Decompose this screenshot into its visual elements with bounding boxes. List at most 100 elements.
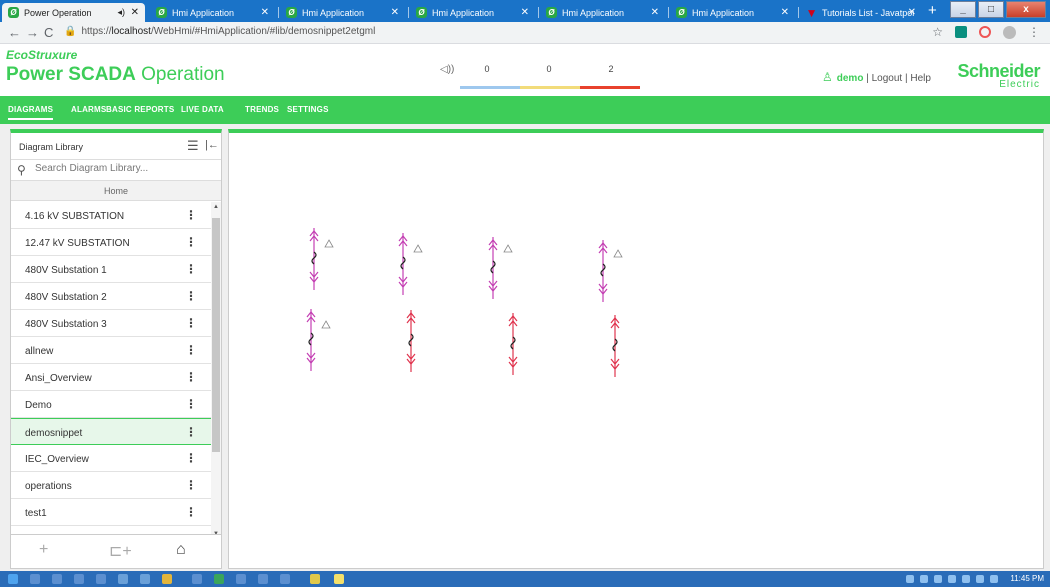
browser-tab[interactable]: Ø Hmi Application ✕ xyxy=(150,3,275,22)
list-item[interactable]: Ansi_Overview ⋮ xyxy=(11,364,211,391)
taskbar-clock[interactable]: 11:45 PM xyxy=(1010,574,1044,583)
add-diagram-icon[interactable]: + xyxy=(39,541,48,559)
breaker-symbol[interactable] xyxy=(488,236,513,300)
extension-icon[interactable] xyxy=(979,26,991,38)
list-item[interactable]: 480V Substation 1 ⋮ xyxy=(11,256,211,283)
start-icon[interactable] xyxy=(8,574,18,584)
logout-link[interactable]: Logout xyxy=(872,73,903,84)
taskbar-app-icon[interactable] xyxy=(334,574,344,584)
close-tab-icon[interactable]: ✕ xyxy=(521,7,529,18)
more-options-icon[interactable]: ⋮ xyxy=(185,289,197,303)
list-item[interactable]: 480V Substation 2 ⋮ xyxy=(11,283,211,310)
nav-live-data[interactable]: LIVE DATA xyxy=(181,105,224,114)
more-options-icon[interactable]: ⋮ xyxy=(185,370,197,384)
list-item[interactable]: 4.16 kV SUBSTATION ⋮ xyxy=(11,202,211,229)
breaker-symbol[interactable] xyxy=(406,309,416,373)
breaker-symbol[interactable] xyxy=(598,239,623,303)
more-options-icon[interactable]: ⋮ xyxy=(185,425,197,439)
nav-alarms[interactable]: ALARMS xyxy=(71,105,106,114)
alarm-count[interactable]: 2 xyxy=(586,64,636,74)
taskbar-app-icon[interactable] xyxy=(192,574,202,584)
close-tab-icon[interactable]: ✕ xyxy=(131,7,139,18)
diagram-canvas[interactable] xyxy=(228,129,1044,569)
home-icon[interactable]: ⌂ xyxy=(176,541,186,559)
more-options-icon[interactable]: ⋮ xyxy=(185,343,197,357)
forward-arrow-icon[interactable]: → xyxy=(26,25,39,40)
list-item[interactable]: operations ⋮ xyxy=(11,472,211,499)
help-link[interactable]: Help xyxy=(910,73,931,84)
taskbar-app-icon[interactable] xyxy=(96,574,106,584)
taskbar-app-icon[interactable] xyxy=(214,574,224,584)
browser-tab[interactable]: Ø Power Operation ◂) ✕ xyxy=(2,3,145,22)
scrollbar-thumb[interactable] xyxy=(212,218,220,452)
alarm-count[interactable]: 0 xyxy=(462,64,512,74)
tray-icon[interactable] xyxy=(948,575,956,583)
tray-icon[interactable] xyxy=(920,575,928,583)
list-item[interactable]: 480V Substation 3 ⋮ xyxy=(11,310,211,337)
list-item[interactable]: 12.47 kV SUBSTATION ⋮ xyxy=(11,229,211,256)
scroll-up-icon[interactable]: ▲ xyxy=(213,204,219,210)
taskbar-app-icon[interactable] xyxy=(280,574,290,584)
breaker-symbol[interactable] xyxy=(309,227,334,291)
list-item[interactable]: IEC_Overview ⋮ xyxy=(11,445,211,472)
close-tab-icon[interactable]: ✕ xyxy=(651,7,659,18)
tray-icon[interactable] xyxy=(990,575,998,583)
close-tab-icon[interactable]: ✕ xyxy=(908,7,916,18)
breaker-symbol[interactable] xyxy=(306,308,331,372)
alarm-count[interactable]: 0 xyxy=(524,64,574,74)
breaker-symbol[interactable] xyxy=(610,314,620,378)
back-arrow-icon[interactable]: ← xyxy=(8,25,21,40)
search-input[interactable] xyxy=(35,163,215,174)
tray-icon[interactable] xyxy=(906,575,914,583)
close-tab-icon[interactable]: ✕ xyxy=(781,7,789,18)
hamburger-menu-icon[interactable]: ☰ xyxy=(187,138,199,154)
browser-menu-icon[interactable]: ⋮ xyxy=(1028,25,1040,39)
taskbar-app-icon[interactable] xyxy=(236,574,246,584)
reload-icon[interactable]: C xyxy=(44,25,53,40)
collapse-panel-icon[interactable]: |← xyxy=(205,139,219,151)
close-tab-icon[interactable]: ✕ xyxy=(391,7,399,18)
breaker-symbol[interactable] xyxy=(508,312,518,376)
username-link[interactable]: demo xyxy=(837,73,864,84)
nav-trends[interactable]: TRENDS xyxy=(245,105,279,114)
taskbar-app-icon[interactable] xyxy=(140,574,150,584)
browser-tab[interactable]: Ø Hmi Application ✕ xyxy=(670,3,795,22)
taskbar-app-icon[interactable] xyxy=(52,574,62,584)
taskbar-app-icon[interactable] xyxy=(74,574,84,584)
more-options-icon[interactable]: ⋮ xyxy=(185,478,197,492)
library-home-breadcrumb[interactable]: Home xyxy=(11,181,221,201)
url-field[interactable]: 🔒 https://localhost/WebHmi/#HmiApplicatio… xyxy=(64,26,375,37)
alarm-summary[interactable]: ◁)) 0 0 2 xyxy=(440,60,640,89)
list-item[interactable]: test1 ⋮ xyxy=(11,499,211,526)
more-options-icon[interactable]: ⋮ xyxy=(185,397,197,411)
nav-diagrams[interactable]: DIAGRAMS xyxy=(8,105,54,120)
library-scrollbar[interactable]: ▲ ▼ xyxy=(211,202,221,539)
taskbar-app-icon[interactable] xyxy=(310,574,320,584)
list-item[interactable]: allnew ⋮ xyxy=(11,337,211,364)
minimize-button[interactable]: _ xyxy=(950,1,976,18)
tray-icon[interactable] xyxy=(976,575,984,583)
more-options-icon[interactable]: ⋮ xyxy=(185,505,197,519)
more-options-icon[interactable]: ⋮ xyxy=(185,262,197,276)
taskbar-app-icon[interactable] xyxy=(30,574,40,584)
close-window-button[interactable]: x xyxy=(1006,1,1046,18)
more-options-icon[interactable]: ⋮ xyxy=(185,451,197,465)
browser-tab[interactable]: Ø Hmi Application ✕ xyxy=(410,3,535,22)
new-tab-button[interactable]: + xyxy=(928,2,937,19)
browser-tab[interactable]: ▼ Tutorials List - Javatpoi ✕ xyxy=(800,3,922,22)
tray-icon[interactable] xyxy=(962,575,970,583)
breaker-symbol[interactable] xyxy=(398,232,423,296)
extension-icon[interactable] xyxy=(955,26,967,38)
profile-avatar-icon[interactable] xyxy=(1003,25,1016,39)
nav-settings[interactable]: SETTINGS xyxy=(287,105,329,114)
list-item-selected[interactable]: demosnippet ⋮ xyxy=(11,418,211,445)
nav-basic-reports[interactable]: BASIC REPORTS xyxy=(106,105,174,114)
close-tab-icon[interactable]: ✕ xyxy=(261,7,269,18)
taskbar-app-icon[interactable] xyxy=(258,574,268,584)
taskbar-app-icon[interactable] xyxy=(118,574,128,584)
list-item[interactable]: Demo ⋮ xyxy=(11,391,211,418)
maximize-button[interactable]: □ xyxy=(978,1,1004,18)
tray-icon[interactable] xyxy=(934,575,942,583)
speaker-icon[interactable]: ◁)) xyxy=(440,64,454,75)
more-options-icon[interactable]: ⋮ xyxy=(185,235,197,249)
